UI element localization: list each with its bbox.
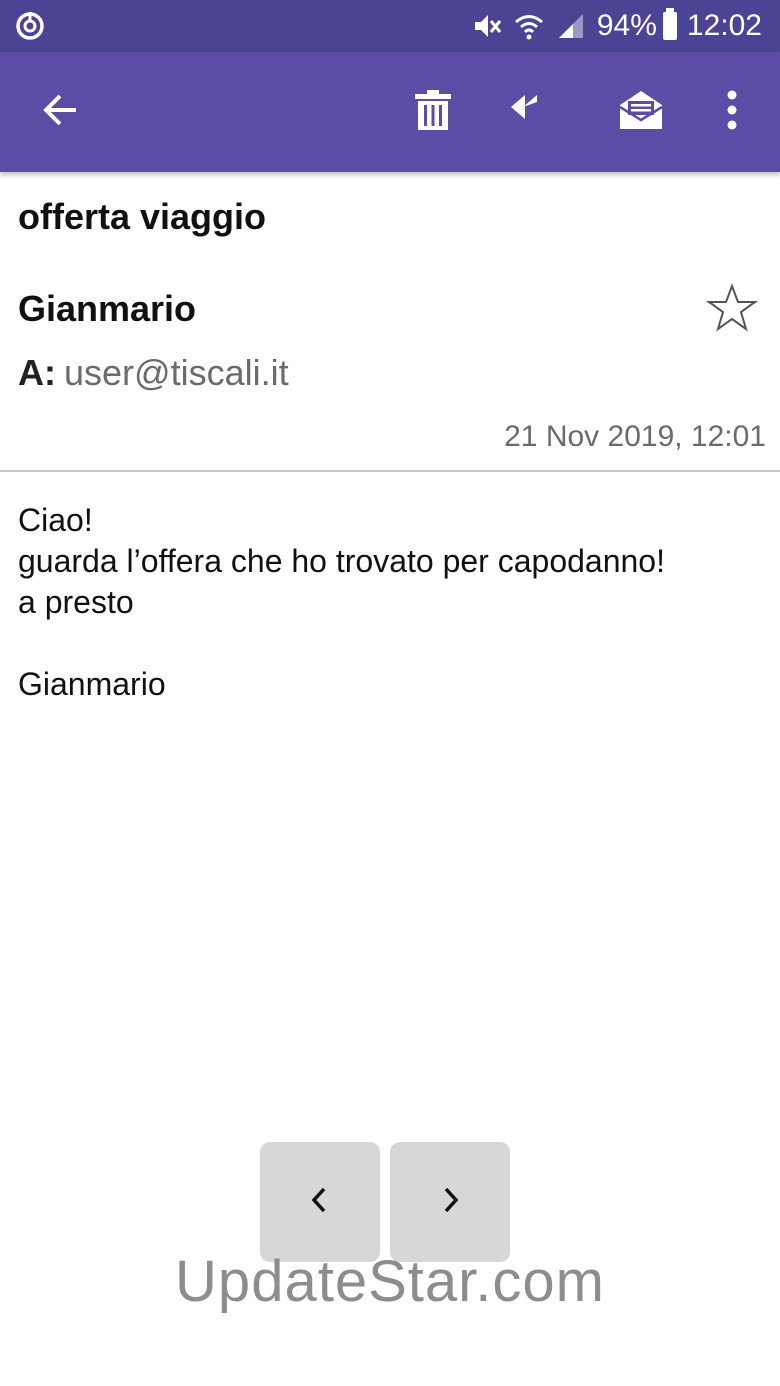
star-icon <box>705 283 759 338</box>
trash-icon <box>414 89 452 136</box>
battery-percent: 94% <box>596 9 657 42</box>
app-toolbar <box>0 52 780 172</box>
previous-email-button[interactable] <box>260 1142 380 1262</box>
recipient-label: A: <box>18 352 56 393</box>
body-line: Gianmario <box>18 666 166 702</box>
body-line: a presto <box>18 584 134 620</box>
mark-unread-icon <box>618 89 664 136</box>
clock: 12:02 <box>686 9 762 42</box>
body-line <box>18 623 665 664</box>
email-sender: Gianmario <box>18 288 197 329</box>
reply-all-icon <box>509 91 565 134</box>
next-email-button[interactable] <box>390 1142 510 1262</box>
star-button[interactable] <box>705 282 759 334</box>
mark-unread-button[interactable] <box>611 82 671 142</box>
recipient-row: A: user@tiscali.it <box>18 352 289 394</box>
chevron-right-icon <box>438 1185 462 1220</box>
email-subject: offerta viaggio <box>18 196 267 237</box>
app-notification-icon <box>14 10 46 42</box>
body-line: guarda l’offera che ho trovato per capod… <box>18 543 665 579</box>
more-vert-icon <box>726 90 738 135</box>
email-date: 21 Nov 2019, 12:01 <box>504 420 766 453</box>
mute-icon <box>471 10 503 42</box>
signal-icon <box>555 10 587 42</box>
body-line: Ciao! <box>18 502 93 538</box>
email-body: Ciao! guarda l’offera che ho trovato per… <box>18 500 665 705</box>
wifi-icon <box>513 10 545 42</box>
more-options-button[interactable] <box>702 82 762 142</box>
back-arrow-icon <box>40 90 80 135</box>
battery-icon <box>662 8 677 40</box>
delete-button[interactable] <box>403 82 463 142</box>
header-divider <box>0 470 780 472</box>
reply-all-button[interactable] <box>507 82 567 142</box>
chevron-left-icon <box>308 1185 332 1220</box>
recipient-address[interactable]: user@tiscali.it <box>64 352 289 393</box>
watermark-text: UpdateStar.com <box>175 1249 605 1314</box>
status-bar: 94% 12:02 <box>0 0 780 52</box>
back-button[interactable] <box>30 82 90 142</box>
